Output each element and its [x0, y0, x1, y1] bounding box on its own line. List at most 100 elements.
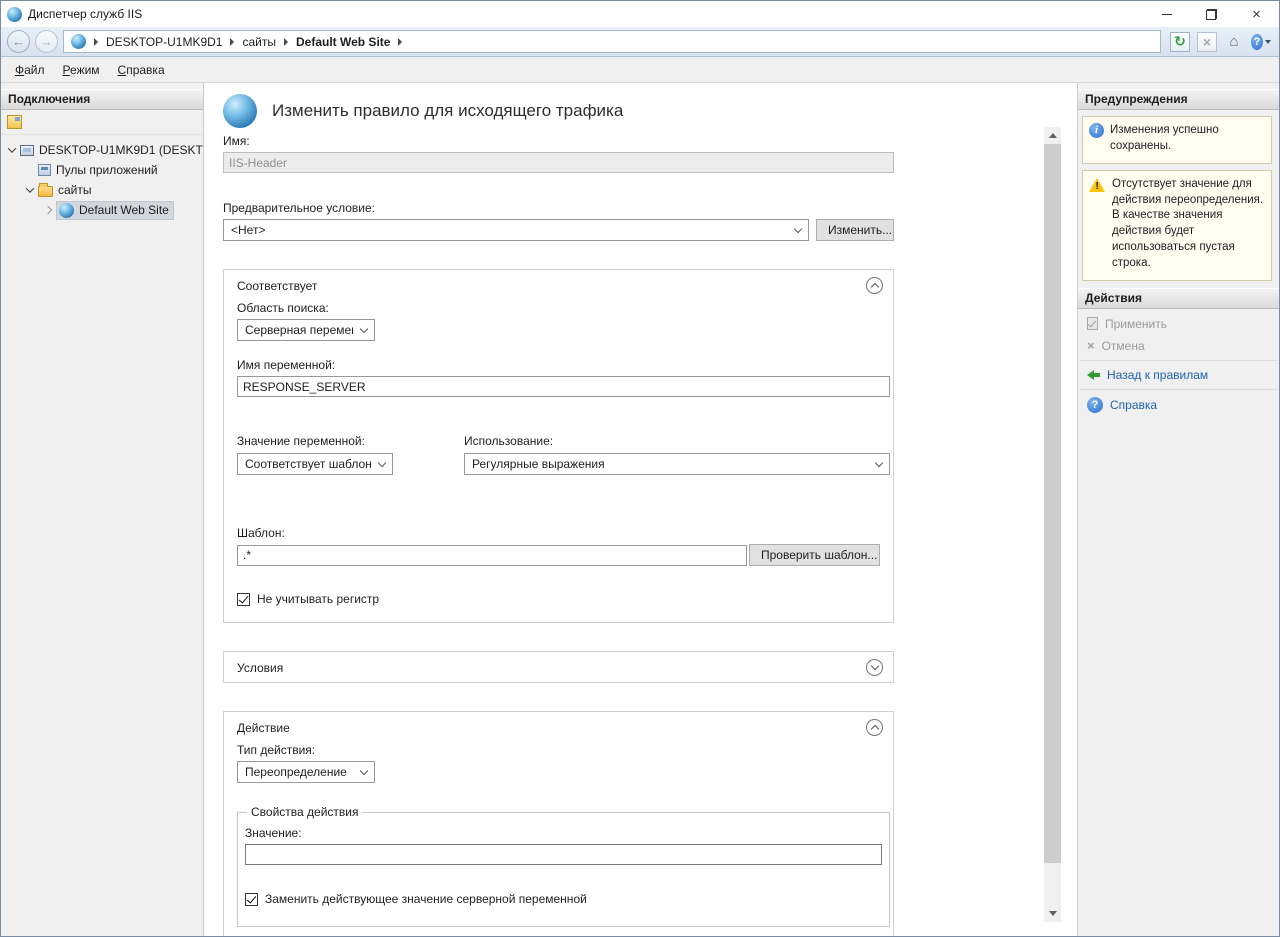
precondition-value: <Нет>	[231, 223, 265, 237]
pattern-label: Шаблон:	[237, 526, 880, 540]
address-bar-icons: ↻ × ⌂ ?	[1170, 32, 1271, 52]
menu-help[interactable]: Справка	[109, 59, 174, 81]
address-bar: ← → DESKTOP-U1MK9D1 сайты Default Web Si…	[1, 27, 1279, 57]
back-arrow-icon	[1087, 370, 1100, 380]
home-icon[interactable]: ⌂	[1224, 32, 1244, 52]
connections-toolbar	[1, 110, 203, 135]
precondition-edit-button[interactable]: Изменить...	[816, 219, 894, 241]
breadcrumb-separator-icon	[230, 38, 234, 46]
breadcrumb-default-web-site[interactable]: Default Web Site	[296, 35, 390, 49]
match-section-header: Соответствует	[224, 270, 893, 299]
expander-closed-icon[interactable]	[44, 206, 52, 214]
replace-value-checkbox[interactable]	[245, 893, 258, 906]
variable-name-input[interactable]	[237, 376, 890, 397]
match-section-body: Область поиска: Серверная переменн Имя п…	[224, 299, 893, 622]
ignore-case-checkbox[interactable]	[237, 593, 250, 606]
apply-icon	[1087, 317, 1098, 330]
action-type-value: Переопределение	[245, 765, 347, 779]
breadcrumb: DESKTOP-U1MK9D1 сайты Default Web Site	[63, 30, 1161, 53]
tree-item-label: сайты	[58, 183, 92, 197]
back-arrow-icon: ←	[12, 34, 25, 49]
connections-tree: DESKTOP-U1MK9D1 (DESKTOP Пулы приложений…	[1, 135, 203, 220]
breadcrumb-sites[interactable]: сайты	[242, 35, 276, 49]
close-icon: ×	[1252, 7, 1261, 22]
conditions-section-header: Условия	[224, 652, 893, 682]
scope-select[interactable]: Серверная переменн	[237, 319, 375, 341]
restore-button[interactable]	[1189, 1, 1234, 27]
close-button[interactable]: ×	[1234, 1, 1279, 27]
apply-label: Применить	[1105, 317, 1167, 331]
action-section-title: Действие	[237, 721, 290, 735]
action-value-input[interactable]	[245, 844, 882, 865]
page-header: Изменить правило для исходящего трафика	[204, 83, 1077, 128]
iis-manager-window: Диспетчер служб IIS × ← → DESKTOP-U1MK9D…	[0, 0, 1280, 937]
back-button[interactable]: ←	[7, 30, 30, 53]
action-type-label: Тип действия:	[237, 743, 880, 757]
menu-file[interactable]: Файл	[6, 59, 54, 81]
action-section: Действие Тип действия: Переопределение С…	[223, 711, 894, 936]
ignore-case-row: Не учитывать регистр	[237, 592, 880, 606]
actions-divider	[1080, 360, 1277, 361]
actions-list: Применить × Отмена Назад к правилам ? Сп…	[1078, 309, 1279, 417]
chevron-down-icon	[360, 324, 368, 332]
create-connection-icon[interactable]	[7, 115, 22, 129]
using-select[interactable]: Регулярные выражения	[464, 453, 890, 475]
right-panel: Предупреждения i Изменения успешно сохра…	[1077, 83, 1279, 936]
replace-value-row: Заменить действующее значение серверной …	[245, 892, 882, 906]
tree-item-app-pools[interactable]: Пулы приложений	[1, 160, 203, 180]
action-properties-title: Свойства действия	[247, 805, 362, 819]
variable-value-controls-row: Соответствует шаблону Регулярные выражен…	[237, 453, 880, 475]
breadcrumb-server[interactable]: DESKTOP-U1MK9D1	[106, 35, 222, 49]
scope-label: Область поиска:	[237, 301, 880, 315]
match-section-title: Соответствует	[237, 279, 317, 293]
test-pattern-button[interactable]: Проверить шаблон...	[749, 544, 880, 566]
tree-item-server[interactable]: DESKTOP-U1MK9D1 (DESKTOP	[1, 140, 203, 160]
using-label: Использование:	[464, 434, 880, 448]
connections-panel: Подключения DESKTOP-U1MK9D1 (DESKTOP Пул…	[1, 83, 204, 936]
action-type-select[interactable]: Переопределение	[237, 761, 375, 783]
site-globe-icon	[59, 203, 74, 218]
action-section-body: Тип действия: Переопределение Свойства д…	[224, 741, 893, 936]
help-action[interactable]: ? Справка	[1078, 393, 1279, 417]
forward-button[interactable]: →	[35, 30, 58, 53]
actions-divider	[1080, 389, 1277, 390]
variable-value-select[interactable]: Соответствует шаблону	[237, 453, 393, 475]
content-area: Подключения DESKTOP-U1MK9D1 (DESKTOP Пул…	[1, 83, 1279, 936]
chevron-down-icon	[794, 224, 802, 232]
help-icon: ?	[1251, 34, 1263, 50]
selected-tree-item[interactable]: Default Web Site	[56, 201, 174, 220]
main-scrollbar[interactable]	[1044, 127, 1061, 922]
replace-value-label: Заменить действующее значение серверной …	[265, 892, 587, 906]
breadcrumb-separator-icon	[94, 38, 98, 46]
stop-icon[interactable]: ×	[1197, 32, 1217, 52]
minimize-button[interactable]	[1144, 1, 1189, 27]
menu-view[interactable]: Режим	[54, 59, 109, 81]
collapse-section-button[interactable]	[866, 277, 883, 294]
tree-item-label: DESKTOP-U1MK9D1 (DESKTOP	[39, 143, 203, 157]
pattern-input[interactable]	[237, 545, 747, 566]
help-menu-button[interactable]: ?	[1251, 32, 1271, 52]
expander-open-icon[interactable]	[26, 184, 34, 192]
sites-folder-icon	[38, 186, 53, 197]
tree-item-default-web-site[interactable]: Default Web Site	[1, 200, 203, 220]
back-to-rules-action[interactable]: Назад к правилам	[1078, 364, 1279, 386]
app-pools-icon	[38, 164, 51, 176]
scrollbar-track[interactable]	[1044, 144, 1061, 905]
action-value-label: Значение:	[245, 826, 882, 840]
expand-section-button[interactable]	[866, 659, 883, 676]
page-globe-icon	[223, 94, 257, 128]
cancel-action: × Отмена	[1078, 335, 1279, 357]
precondition-row: <Нет> Изменить...	[223, 219, 914, 241]
tree-item-sites[interactable]: сайты	[1, 180, 203, 200]
refresh-icon[interactable]: ↻	[1170, 32, 1190, 52]
precondition-select[interactable]: <Нет>	[223, 219, 809, 241]
connections-panel-header: Подключения	[1, 89, 203, 110]
app-icon	[7, 7, 22, 22]
expander-open-icon[interactable]	[8, 144, 16, 152]
scrollbar-thumb[interactable]	[1044, 144, 1061, 863]
scroll-down-button[interactable]	[1044, 905, 1061, 922]
collapse-section-button[interactable]	[866, 719, 883, 736]
pattern-row: Проверить шаблон...	[237, 544, 880, 566]
scroll-up-button[interactable]	[1044, 127, 1061, 144]
conditions-section: Условия	[223, 651, 894, 683]
